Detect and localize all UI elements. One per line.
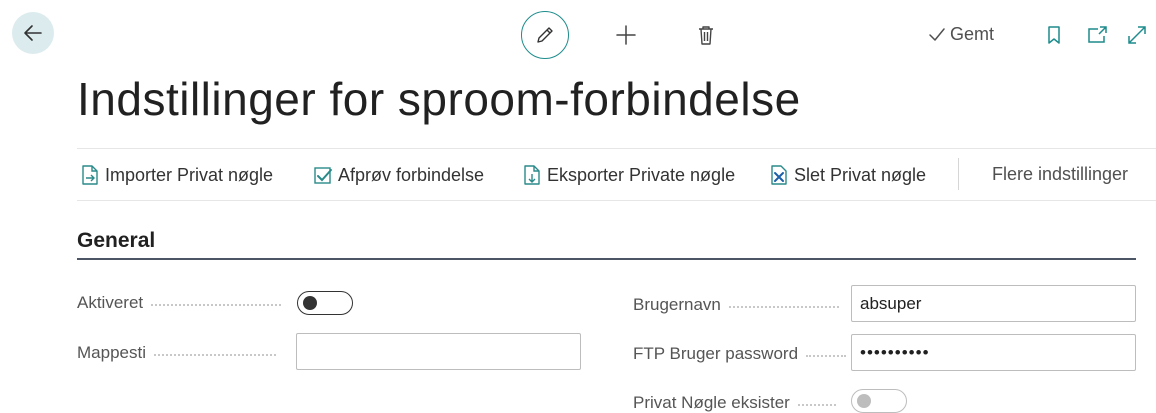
folder-path-input[interactable] <box>296 333 581 370</box>
toggle-knob <box>857 394 871 408</box>
arrow-left-icon <box>24 25 42 41</box>
section-title-general[interactable]: General <box>77 229 155 253</box>
action-bar-divider-bottom <box>77 200 1156 201</box>
label-leader-dots <box>806 355 847 357</box>
more-options-label: Flere indstillinger <box>992 164 1129 184</box>
bookmark-icon <box>1048 26 1060 44</box>
delete-button[interactable] <box>694 22 718 48</box>
folder-path-field-label: Mappesti <box>77 343 276 363</box>
label-leader-dots <box>153 354 276 356</box>
section-divider <box>77 258 1136 260</box>
enabled-field-label: Aktiveret <box>77 293 282 313</box>
ftp-password-field-label: FTP Bruger password <box>633 344 847 364</box>
private-key-exists-label: Privat Nøgle eksister <box>633 393 790 412</box>
action-bar-separator <box>958 158 959 190</box>
edit-button[interactable] <box>521 11 569 59</box>
export-private-key-button[interactable]: Eksporter Private nøgle <box>521 164 735 186</box>
back-button[interactable] <box>12 12 54 54</box>
delete-private-key-label: Slet Privat nøgle <box>794 164 927 185</box>
new-button[interactable] <box>613 22 639 48</box>
expand-button[interactable] <box>1125 23 1149 47</box>
label-leader-dots <box>151 304 282 306</box>
save-status: Gemt <box>928 24 994 45</box>
ftp-password-label: FTP Bruger password <box>633 344 799 363</box>
delete-private-key-button[interactable]: Slet Privat nøgle <box>768 164 926 186</box>
checkmark-icon <box>929 27 945 41</box>
plus-icon <box>616 25 636 45</box>
folder-path-label: Mappesti <box>77 343 146 362</box>
bookmark-button[interactable] <box>1043 23 1065 47</box>
enabled-toggle[interactable] <box>297 291 353 315</box>
expand-icon <box>1128 26 1146 44</box>
toggle-knob <box>303 296 317 310</box>
open-in-new-window-icon <box>1088 26 1107 43</box>
more-options-button[interactable]: Flere indstillinger <box>992 164 1128 185</box>
ftp-password-input[interactable] <box>851 334 1136 371</box>
document-export-icon <box>524 165 540 185</box>
document-check-icon <box>314 167 332 184</box>
private-key-exists-field-label: Privat Nøgle eksister <box>633 393 836 413</box>
save-status-label: Gemt <box>950 24 995 44</box>
document-import-icon <box>82 165 98 185</box>
username-input[interactable] <box>851 285 1136 322</box>
document-delete-icon <box>771 165 787 185</box>
action-bar-divider-top <box>77 148 1156 149</box>
label-leader-dots <box>728 306 839 308</box>
username-field-label: Brugernavn <box>633 295 839 315</box>
import-private-key-button[interactable]: Importer Privat nøgle <box>79 164 273 186</box>
username-label: Brugernavn <box>633 295 721 314</box>
private-key-exists-toggle <box>851 389 907 413</box>
pencil-icon <box>537 27 553 43</box>
label-leader-dots <box>797 404 836 406</box>
enabled-label: Aktiveret <box>77 293 144 312</box>
export-private-key-label: Eksporter Private nøgle <box>547 164 736 185</box>
import-private-key-label: Importer Privat nøgle <box>105 164 274 185</box>
open-in-new-window-button[interactable] <box>1084 23 1110 47</box>
test-connection-label: Afprøv forbindelse <box>338 164 485 185</box>
page-title: Indstillinger for sproom-forbindelse <box>77 73 801 125</box>
trash-icon <box>699 26 713 45</box>
test-connection-button[interactable]: Afprøv forbindelse <box>312 164 484 186</box>
